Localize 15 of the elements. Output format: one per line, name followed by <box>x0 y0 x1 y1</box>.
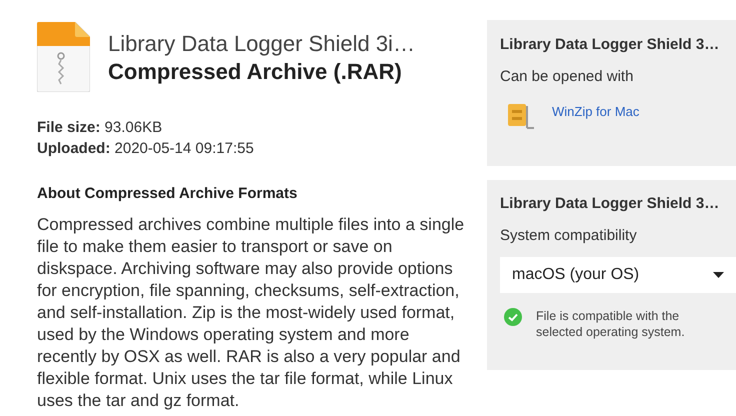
panel-subtitle: System compatibility <box>500 226 638 246</box>
file-name: Library Data Logger Shield 3i… <box>108 30 415 58</box>
caret-icon <box>713 272 724 278</box>
description-paragraph: Compressed archives combine multiple files into a single file to make them easier to transport or save on diskspace. Archiving software may also provide options for encryption, file spanning, checksums, self-extraction, and self-installation. Zip is the most-widely used format, used by the Windows operating system and more recently by OSX as well. RAR is also a very popular and flexible format. Unix uses the tar file format, while Linux uses the tar and gz format. <box>37 214 465 412</box>
os-dropdown[interactable]: macOS (your OS) <box>500 257 736 293</box>
file-type: Compressed Archive (.RAR) <box>108 58 403 86</box>
compatibility-message: File is compatible with the selected operating system. <box>536 308 686 340</box>
detail-line: File size: 93.06KB <box>37 118 164 137</box>
app-link[interactable]: WinZip for Mac <box>552 102 640 122</box>
zip-file-icon <box>37 22 90 92</box>
panel-title: Library Data Logger Shield 3… <box>500 194 720 214</box>
panel-subtitle: Can be opened with <box>500 66 634 86</box>
detail-line: Uploaded: 2020-05-14 09:17:55 <box>37 139 255 158</box>
section-heading: About Compressed Archive Formats <box>37 184 298 204</box>
panel-title: Library Data Logger Shield 3… <box>500 35 720 55</box>
